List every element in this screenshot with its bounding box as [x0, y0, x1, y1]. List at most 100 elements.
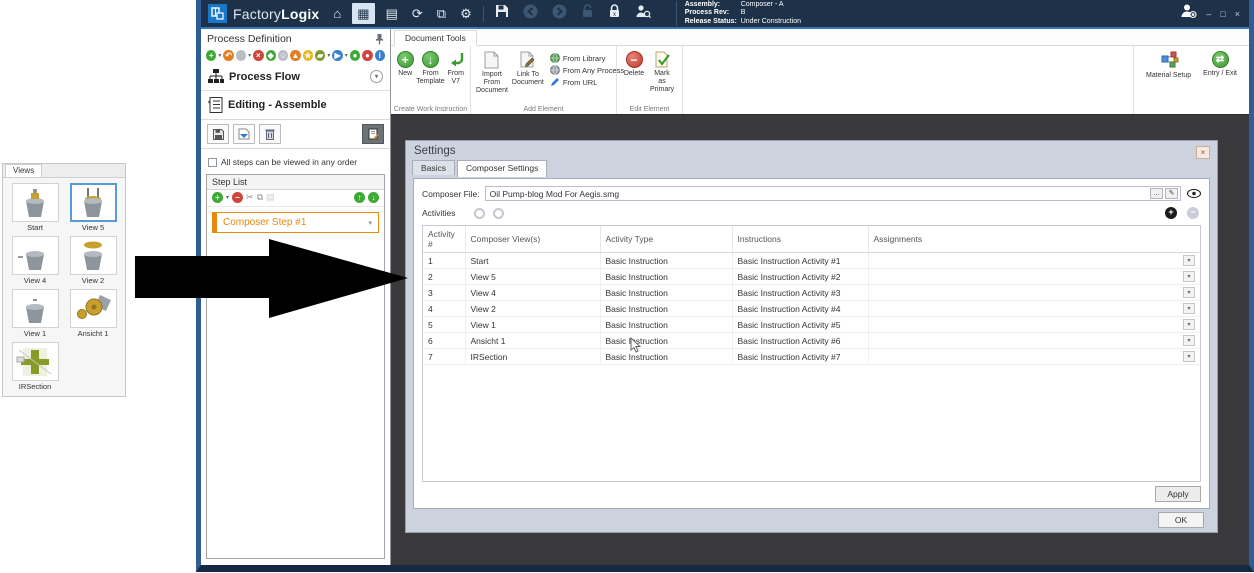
view-thumbnail-view-1[interactable]: View 1 — [8, 289, 62, 341]
edit-file-button[interactable]: ✎ — [1165, 188, 1178, 199]
tab-document-tools[interactable]: Document Tools — [394, 30, 477, 46]
activity-row[interactable]: 3View 4Basic InstructionBasic Instructio… — [423, 285, 1200, 301]
activity-reorder-down-button[interactable] — [493, 208, 504, 219]
undo-icon[interactable]: ↶ — [223, 50, 233, 61]
activity-row[interactable]: 2View 5Basic InstructionBasic Instructio… — [423, 269, 1200, 285]
view-thumbnail-start[interactable]: Start — [8, 183, 62, 235]
remove-activity-button[interactable]: − — [1187, 207, 1199, 219]
tab-basics[interactable]: Basics — [412, 160, 455, 175]
from-template-button[interactable]: ↓ From Template — [417, 50, 445, 87]
save-icon[interactable] — [495, 4, 509, 23]
from-v7-button[interactable]: From V7 — [445, 50, 468, 87]
import-step-button[interactable] — [233, 124, 255, 144]
new-button[interactable]: + New — [394, 50, 417, 79]
move-down-icon[interactable]: ↓ — [368, 192, 379, 203]
step-item-chevron-icon[interactable]: ▾ — [368, 219, 372, 227]
lock-restricted-icon[interactable]: x — [608, 4, 621, 23]
editing-assemble-row[interactable]: Editing - Assemble — [201, 93, 390, 117]
browse-button[interactable]: … — [1150, 188, 1163, 199]
process-definition-icon[interactable]: ▦ — [352, 3, 374, 24]
mark-as-primary-button[interactable]: Mark as Primary — [648, 50, 676, 95]
home-icon[interactable]: ⌂ — [333, 4, 341, 23]
star-icon[interactable]: ★ — [303, 50, 313, 61]
info-icon[interactable]: i — [375, 50, 385, 61]
tab-views[interactable]: Views — [5, 164, 42, 177]
add-step-dropdown-icon[interactable]: ▾ — [226, 194, 229, 201]
view-thumbnail-view-4[interactable]: View 4 — [8, 236, 62, 288]
activity-row[interactable]: 1StartBasic InstructionBasic Instruction… — [423, 253, 1200, 269]
activity-row[interactable]: 4View 2Basic InstructionBasic Instructio… — [423, 301, 1200, 317]
folder-icon[interactable]: ▰ — [315, 50, 325, 61]
forward-icon[interactable] — [552, 4, 567, 24]
copy-icon[interactable]: ⧉ — [257, 192, 263, 203]
user-session-icon[interactable] — [1180, 3, 1197, 24]
remove-step-icon[interactable]: − — [232, 192, 243, 203]
col-activity-num[interactable]: Activity # — [423, 226, 465, 253]
assignment-dropdown-button[interactable]: ▾ — [1183, 319, 1195, 330]
activity-reorder-up-button[interactable] — [474, 208, 485, 219]
folder-dropdown-icon[interactable]: ▾ — [327, 52, 330, 59]
delete-step-button[interactable] — [259, 124, 281, 144]
view-thumbnail-irsection[interactable]: IRSection — [8, 342, 62, 394]
minimize-button[interactable]: – — [1206, 9, 1211, 19]
from-any-process-button[interactable]: From Any Process — [550, 65, 624, 75]
close-button[interactable]: × — [1235, 9, 1240, 19]
add-dropdown-icon[interactable]: ▾ — [218, 52, 221, 59]
lock-dropdown-icon[interactable]: ▾ — [248, 52, 251, 59]
assignment-dropdown-button[interactable]: ▾ — [1183, 271, 1195, 282]
preview-eye-icon[interactable] — [1187, 189, 1201, 198]
send-icon[interactable]: ▶ — [332, 50, 342, 61]
add-icon[interactable]: + — [206, 50, 216, 61]
plugin-icon[interactable]: ◆ — [266, 50, 276, 61]
restore-button[interactable]: □ — [1220, 9, 1225, 19]
assignment-dropdown-button[interactable]: ▾ — [1183, 287, 1195, 298]
settings-close-button[interactable]: × — [1196, 146, 1210, 159]
stop-icon[interactable]: ● — [362, 50, 372, 61]
col-activity-type[interactable]: Activity Type — [600, 226, 732, 253]
entry-exit-button[interactable]: ⇄ Entry / Exit — [1203, 51, 1237, 78]
audit-person-icon[interactable] — [635, 4, 651, 24]
assignment-dropdown-button[interactable]: ▾ — [1183, 303, 1195, 314]
activity-row[interactable]: 5View 1Basic InstructionBasic Instructio… — [423, 317, 1200, 333]
composer-file-input[interactable]: Oil Pump-blog Mod For Aegis.smg … ✎ — [485, 186, 1181, 201]
production-icon[interactable]: ▤ — [386, 4, 398, 23]
lock-icon[interactable] — [236, 50, 246, 61]
move-up-icon[interactable]: ↑ — [354, 192, 365, 203]
documents-icon[interactable]: ⧉ — [437, 4, 446, 23]
send-dropdown-icon[interactable]: ▾ — [345, 52, 348, 59]
process-flow-collapse-icon[interactable]: ▾ — [370, 70, 383, 83]
apply-button[interactable]: Apply — [1155, 486, 1201, 502]
unlock-icon[interactable] — [581, 4, 594, 23]
activity-row[interactable]: 6Ansicht 1Basic InstructionBasic Instruc… — [423, 333, 1200, 349]
col-assignments[interactable]: Assignments — [868, 226, 1200, 253]
assignment-dropdown-button[interactable]: ▾ — [1183, 335, 1195, 346]
start-icon[interactable]: ● — [350, 50, 360, 61]
any-order-checkbox[interactable] — [208, 158, 217, 167]
cut-icon[interactable]: ✂ — [246, 192, 254, 203]
add-activity-button[interactable]: + — [1165, 207, 1177, 219]
assignment-dropdown-button[interactable]: ▾ — [1183, 255, 1195, 266]
paste-icon[interactable]: ▤ — [266, 192, 275, 203]
material-setup-button[interactable]: Material Setup — [1146, 51, 1191, 80]
col-instructions[interactable]: Instructions — [732, 226, 868, 253]
settings-gear-icon[interactable]: ⚙ — [460, 4, 472, 23]
tab-composer-settings[interactable]: Composer Settings — [457, 160, 547, 177]
step-item-composer-step-1[interactable]: Composer Step #1 ▾ — [212, 212, 379, 233]
view-thumbnail-view-2[interactable]: View 2 — [66, 236, 120, 288]
user-icon[interactable]: ☺ — [278, 50, 288, 61]
view-thumbnail-ansicht-1[interactable]: Ansicht 1 — [66, 289, 120, 341]
col-composer-views[interactable]: Composer View(s) — [465, 226, 600, 253]
pin-icon[interactable] — [375, 34, 384, 45]
remove-icon[interactable]: × — [253, 50, 263, 61]
flask-icon[interactable]: ▲ — [290, 50, 300, 61]
activity-row[interactable]: 7IRSectionBasic InstructionBasic Instruc… — [423, 349, 1200, 365]
edit-document-button[interactable] — [362, 124, 384, 144]
from-library-button[interactable]: From Library — [550, 53, 624, 63]
add-step-icon[interactable]: + — [212, 192, 223, 203]
import-from-document-button[interactable]: Import From Document — [474, 50, 510, 96]
process-flow-row[interactable]: Process Flow ▾ — [201, 65, 390, 88]
sync-icon[interactable]: ⟳ — [412, 4, 423, 23]
link-to-document-button[interactable]: Link To Document — [510, 50, 546, 88]
assignment-dropdown-button[interactable]: ▾ — [1183, 351, 1195, 362]
delete-element-button[interactable]: − Delete — [620, 50, 648, 79]
